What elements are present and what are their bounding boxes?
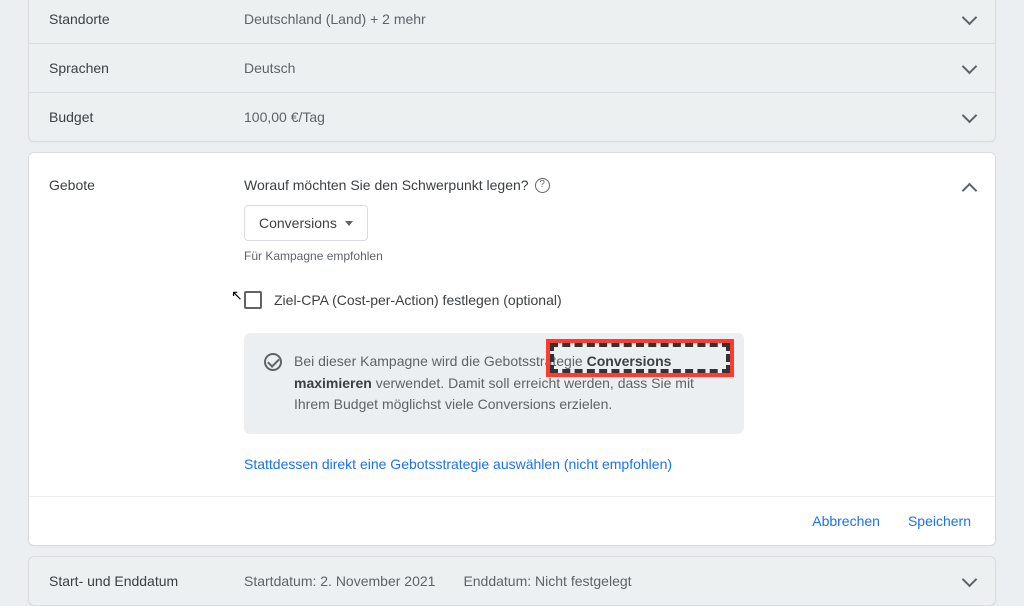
chevron-down-icon <box>964 108 975 126</box>
sprachen-label: Sprachen <box>49 60 244 76</box>
chevron-down-icon <box>964 572 975 590</box>
chevron-up-icon[interactable] <box>964 179 975 496</box>
caret-down-icon <box>345 221 353 226</box>
gebote-card: Gebote Worauf möchten Sie den Schwerpunk… <box>28 152 996 546</box>
actions-bar: Abbrechen Speichern <box>29 496 995 545</box>
focus-hint: Für Kampagne empfohlen <box>244 249 964 263</box>
budget-label: Budget <box>49 109 244 125</box>
ziel-cpa-checkbox[interactable] <box>244 291 262 309</box>
ziel-cpa-label: Ziel-CPA (Cost-per-Action) festlegen (op… <box>274 292 562 308</box>
help-icon[interactable]: ? <box>535 178 550 193</box>
budget-value: 100,00 €/Tag <box>244 109 964 125</box>
standorte-label: Standorte <box>49 11 244 27</box>
summary-card: Standorte Deutschland (Land) + 2 mehr Sp… <box>28 0 996 142</box>
chevron-down-icon <box>964 10 975 28</box>
cancel-button[interactable]: Abbrechen <box>812 513 880 529</box>
row-dates[interactable]: Start- und Enddatum Startdatum: 2. Novem… <box>29 557 995 605</box>
dates-label: Start- und Enddatum <box>49 573 244 589</box>
choose-strategy-link[interactable]: Stattdessen direkt eine Gebotsstrategie … <box>244 456 964 472</box>
row-sprachen[interactable]: Sprachen Deutsch <box>29 43 995 92</box>
start-date: Startdatum: 2. November 2021 <box>244 573 435 589</box>
cursor-icon: ↖ <box>231 287 243 304</box>
check-circle-icon <box>264 353 282 371</box>
standorte-value: Deutschland (Land) + 2 mehr <box>244 11 964 27</box>
save-button[interactable]: Speichern <box>908 513 971 529</box>
focus-dropdown-value: Conversions <box>259 215 337 231</box>
end-date: Enddatum: Nicht festgelegt <box>463 573 631 589</box>
dates-card: Start- und Enddatum Startdatum: 2. Novem… <box>28 556 996 606</box>
focus-dropdown[interactable]: Conversions <box>244 205 368 241</box>
gebote-question-text: Worauf möchten Sie den Schwerpunkt legen… <box>244 177 529 193</box>
row-standorte[interactable]: Standorte Deutschland (Land) + 2 mehr <box>29 0 995 43</box>
row-budget[interactable]: Budget 100,00 €/Tag <box>29 92 995 141</box>
gebote-section-label: Gebote <box>49 177 244 496</box>
chevron-down-icon <box>964 59 975 77</box>
sprachen-value: Deutsch <box>244 60 964 76</box>
info-pre: Bei dieser Kampagne wird die Gebotsstrat… <box>294 353 587 369</box>
strategy-info-text: Bei dieser Kampagne wird die Gebotsstrat… <box>294 351 724 416</box>
gebote-question: Worauf möchten Sie den Schwerpunkt legen… <box>244 177 964 193</box>
strategy-info-box: Bei dieser Kampagne wird die Gebotsstrat… <box>244 333 744 434</box>
